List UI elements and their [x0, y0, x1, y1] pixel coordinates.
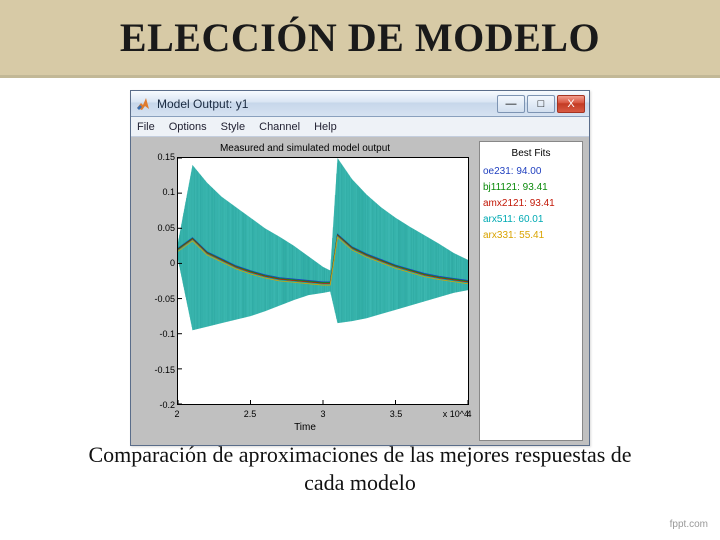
- legend-item[interactable]: arx331: 55.41: [483, 228, 579, 244]
- close-button[interactable]: X: [557, 95, 585, 113]
- plot-axes[interactable]: [177, 157, 469, 405]
- x-axis-label: Time: [135, 422, 475, 433]
- maximize-button[interactable]: □: [527, 95, 555, 113]
- slide-caption: Comparación de aproximaciones de las mej…: [0, 441, 720, 496]
- legend-item[interactable]: oe231: 94.00: [483, 164, 579, 180]
- matlab-icon: [135, 96, 151, 112]
- caption-line-1: Comparación de aproximaciones de las mej…: [88, 442, 631, 467]
- menu-help[interactable]: Help: [314, 121, 337, 133]
- plot-panel: Measured and simulated model output -0.2…: [135, 141, 475, 441]
- caption-line-2: cada modelo: [304, 470, 416, 495]
- menu-channel[interactable]: Channel: [259, 121, 300, 133]
- figure-area: Measured and simulated model output -0.2…: [131, 137, 589, 445]
- y-tick: -0.15: [139, 365, 175, 375]
- slide-title: ELECCIÓN DE MODELO: [120, 14, 600, 61]
- legend-title: Best Fits: [483, 146, 579, 162]
- plot-svg: [178, 158, 468, 404]
- x-axis-exponent: x 10^4: [443, 409, 469, 419]
- legend-item[interactable]: amx2121: 93.41: [483, 196, 579, 212]
- plot-title: Measured and simulated model output: [135, 143, 475, 154]
- menu-style[interactable]: Style: [221, 121, 245, 133]
- matlab-figure-window: Model Output: y1 — □ X File Options Styl…: [130, 90, 590, 446]
- y-tick: -0.2: [139, 400, 175, 410]
- y-tick: 0: [139, 258, 175, 268]
- y-tick: 0.05: [139, 223, 175, 233]
- x-tick: 2.5: [244, 409, 257, 419]
- menu-file[interactable]: File: [137, 121, 155, 133]
- legend-panel: Best Fits oe231: 94.00bj11121: 93.41amx2…: [479, 141, 583, 441]
- window-titlebar[interactable]: Model Output: y1 — □ X: [131, 91, 589, 117]
- legend-items: oe231: 94.00bj11121: 93.41amx2121: 93.41…: [483, 164, 579, 244]
- window-title: Model Output: y1: [157, 97, 491, 111]
- y-tick: -0.1: [139, 329, 175, 339]
- y-tick: 0.15: [139, 152, 175, 162]
- legend-item[interactable]: arx511: 60.01: [483, 212, 579, 228]
- y-tick: 0.1: [139, 187, 175, 197]
- footer-credit: fppt.com: [670, 519, 708, 530]
- minimize-button[interactable]: —: [497, 95, 525, 113]
- window-controls: — □ X: [497, 95, 585, 113]
- x-tick: 3.5: [390, 409, 403, 419]
- stage: Model Output: y1 — □ X File Options Styl…: [0, 78, 720, 446]
- x-tick: 2: [174, 409, 179, 419]
- axes-box: Measured and simulated model output -0.2…: [135, 141, 475, 441]
- slide-title-band: ELECCIÓN DE MODELO: [0, 0, 720, 78]
- menubar: File Options Style Channel Help: [131, 117, 589, 137]
- x-tick: 3: [320, 409, 325, 419]
- y-tick: -0.05: [139, 294, 175, 304]
- menu-options[interactable]: Options: [169, 121, 207, 133]
- legend-item[interactable]: bj11121: 93.41: [483, 180, 579, 196]
